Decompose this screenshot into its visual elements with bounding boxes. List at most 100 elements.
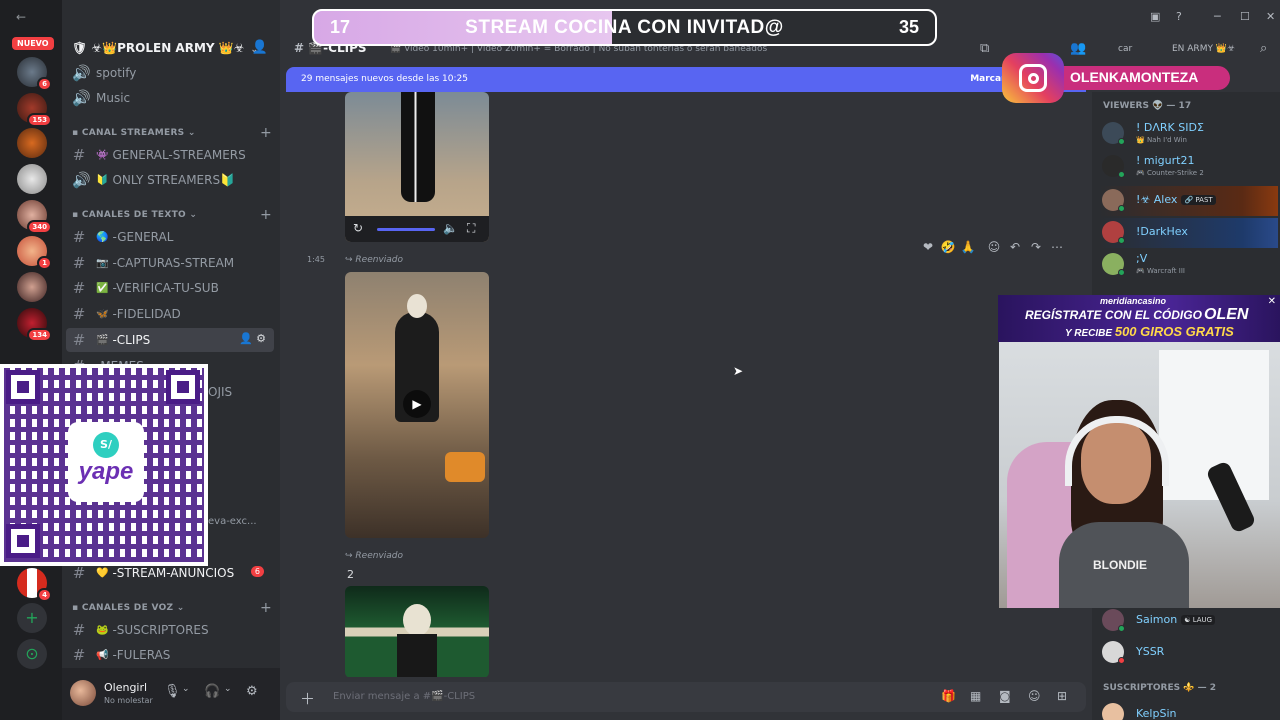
- server-icon[interactable]: [17, 128, 47, 158]
- member-item[interactable]: ! DΛRK SIDΣ 👑 Nah I'd Win: [1100, 119, 1278, 149]
- member-item[interactable]: YSSR: [1100, 638, 1278, 668]
- chevron-down-icon[interactable]: ⌄: [224, 684, 232, 694]
- headphones-icon[interactable]: 🎧: [204, 684, 220, 699]
- new-messages-bar[interactable]: 29 mensajes nuevos desde las 10:25 Marca…: [286, 67, 1086, 92]
- channel-emoji: 🎬: [96, 334, 109, 346]
- channel-clips[interactable]: # 🎬 -CLIPS 👤 ⚙: [66, 328, 274, 352]
- forwarded-label: ↪ Reenviado: [345, 255, 403, 265]
- yape-qr-code: S/ yape: [0, 364, 208, 566]
- channel-fidelidad[interactable]: # 🦋 -FIDELIDAD: [66, 302, 274, 326]
- hash-icon: #: [72, 279, 86, 297]
- member-activity: 🎮 Counter-Strike 2: [1136, 169, 1204, 177]
- category-voice[interactable]: ▪ CANALES DE VOZ ⌄ +: [72, 600, 272, 616]
- forward-icon[interactable]: ↷: [1026, 240, 1046, 254]
- video-attachment[interactable]: [345, 586, 489, 677]
- channel-emoji: 💛: [96, 567, 109, 579]
- channel-label: -GENERAL: [112, 230, 174, 244]
- heart-reaction-icon[interactable]: ❤: [918, 240, 938, 254]
- channel-label: spotify: [96, 66, 137, 80]
- add-attachment-icon[interactable]: ＋: [300, 688, 315, 709]
- message-composer[interactable]: ＋ Enviar mensaje a #🎬-CLIPS 🎁 ▦ ◙ ☺ ⊞: [286, 682, 1086, 712]
- server-icon[interactable]: 1: [17, 236, 52, 270]
- channel-fuleras[interactable]: # 📢 -FULERAS: [66, 643, 274, 667]
- channel-partial[interactable]: eva-exc...: [202, 509, 272, 533]
- channel-only-streamers[interactable]: 🔊 🔰 ONLY STREAMERS🔰: [66, 168, 274, 192]
- webcam-feed: BLONDIE: [999, 342, 1280, 608]
- member-item[interactable]: KelpSin: [1100, 700, 1278, 720]
- channel-label: Music: [96, 91, 131, 105]
- help-icon[interactable]: ?: [1176, 10, 1182, 23]
- close-icon[interactable]: ✕: [1266, 10, 1275, 23]
- video-thumbnail: [407, 294, 427, 318]
- channel-general-streamers[interactable]: # 👾 GENERAL-STREAMERS: [66, 143, 274, 167]
- apps-icon[interactable]: ⊞: [1057, 689, 1067, 703]
- mention-badge: 6: [250, 566, 264, 577]
- gear-icon[interactable]: ⚙: [246, 684, 258, 699]
- add-channel-icon[interactable]: +: [260, 600, 272, 616]
- user-status: No molestar: [104, 696, 153, 705]
- yape-logo: S/ yape: [68, 422, 144, 502]
- user-panel: Olengirl No molestar 🎙 ⌄ 🎧 ⌄ ⚙: [62, 668, 280, 720]
- threads-icon[interactable]: ⧉: [980, 41, 989, 56]
- more-icon[interactable]: ⋯: [1047, 240, 1067, 254]
- video-attachment[interactable]: ▶: [345, 272, 489, 538]
- channel-settings-icon[interactable]: 👤 ⚙: [239, 332, 266, 345]
- channel-general[interactable]: # 🌎 -GENERAL: [66, 225, 274, 249]
- emoji-icon[interactable]: ☺: [1028, 689, 1041, 703]
- chevron-down-icon[interactable]: ⌄: [182, 684, 190, 694]
- server-icon[interactable]: 4: [17, 568, 52, 602]
- casino-code: OLEN: [1204, 306, 1249, 323]
- video-progress[interactable]: [377, 228, 435, 231]
- search-icon[interactable]: ⌕: [1260, 41, 1267, 56]
- explore-icon[interactable]: ⊙: [17, 639, 47, 669]
- dnd-status-icon: [1118, 657, 1125, 664]
- avatar[interactable]: [70, 680, 96, 706]
- add-channel-icon[interactable]: +: [260, 125, 272, 141]
- member-item[interactable]: !☣ Alex 🔗 PAST: [1100, 186, 1278, 216]
- laugh-reaction-icon[interactable]: 🤣: [938, 240, 958, 254]
- channel-verifica-tu-sub[interactable]: # ✅ -VERIFICA-TU-SUB: [66, 276, 274, 300]
- channel-spotify[interactable]: 🔊 spotify: [66, 61, 274, 85]
- new-badge: NUEVO: [12, 37, 54, 50]
- category-text[interactable]: ▪ CANALES DE TEXTO ⌄ +: [72, 207, 272, 223]
- add-server-icon[interactable]: +: [17, 603, 47, 633]
- back-arrow-icon[interactable]: ←: [16, 10, 26, 24]
- video-attachment[interactable]: ↻ 🔈 ⛶: [345, 92, 489, 242]
- volume-icon[interactable]: 🔈: [443, 221, 458, 235]
- gift-icon[interactable]: 🎁: [941, 689, 956, 703]
- server-icon[interactable]: [17, 272, 47, 302]
- channel-music[interactable]: 🔊 Music: [66, 86, 274, 110]
- channel-suscriptores[interactable]: # 🐸 -SUSCRIPTORES: [66, 618, 274, 642]
- server-icon[interactable]: 6: [17, 57, 52, 91]
- inbox-icon[interactable]: ▣: [1150, 10, 1160, 23]
- reply-icon[interactable]: ↶: [1005, 240, 1025, 254]
- server-icon[interactable]: 134: [17, 308, 52, 342]
- reaction-icon[interactable]: 🙏: [958, 240, 978, 254]
- member-item[interactable]: Saimon ☯ LAUG: [1100, 606, 1278, 636]
- add-reaction-icon[interactable]: ☺: [984, 240, 1004, 254]
- member-item[interactable]: ;V 🎮 Warcraft III: [1100, 250, 1278, 280]
- server-icon[interactable]: 153: [17, 93, 52, 127]
- microphone-icon[interactable]: 🎙: [164, 684, 181, 699]
- server-icon[interactable]: [17, 164, 47, 194]
- gif-icon[interactable]: ▦: [970, 689, 981, 703]
- channel-label: -STREAM-ANUNCIOS: [112, 566, 235, 580]
- add-member-icon[interactable]: 👤: [252, 40, 268, 55]
- maximize-icon[interactable]: ☐: [1240, 10, 1250, 23]
- hash-icon: #: [72, 621, 86, 639]
- member-item[interactable]: ! migurt21 🎮 Counter-Strike 2: [1100, 152, 1278, 182]
- category-streamers[interactable]: ▪ CANAL STREAMERS ⌄ +: [72, 125, 272, 141]
- channel-emoji: 🦋: [96, 308, 109, 320]
- play-icon[interactable]: ▶: [403, 390, 431, 418]
- fullscreen-icon[interactable]: ⛶: [467, 221, 475, 236]
- sticker-icon[interactable]: ◙: [999, 689, 1011, 703]
- add-channel-icon[interactable]: +: [260, 207, 272, 223]
- channel-capturas-stream[interactable]: # 📷 -CAPTURAS-STREAM: [66, 251, 274, 275]
- member-activity: 👑 Nah I'd Win: [1136, 136, 1187, 144]
- message-input[interactable]: Enviar mensaje a #🎬-CLIPS: [333, 691, 475, 702]
- replay-icon[interactable]: ↻: [353, 221, 363, 235]
- minimize-icon[interactable]: ─: [1214, 10, 1221, 23]
- member-item[interactable]: !DarkHex: [1100, 218, 1278, 248]
- server-icon[interactable]: 340: [17, 200, 52, 234]
- channel-emojis[interactable]: OJIS: [202, 380, 272, 404]
